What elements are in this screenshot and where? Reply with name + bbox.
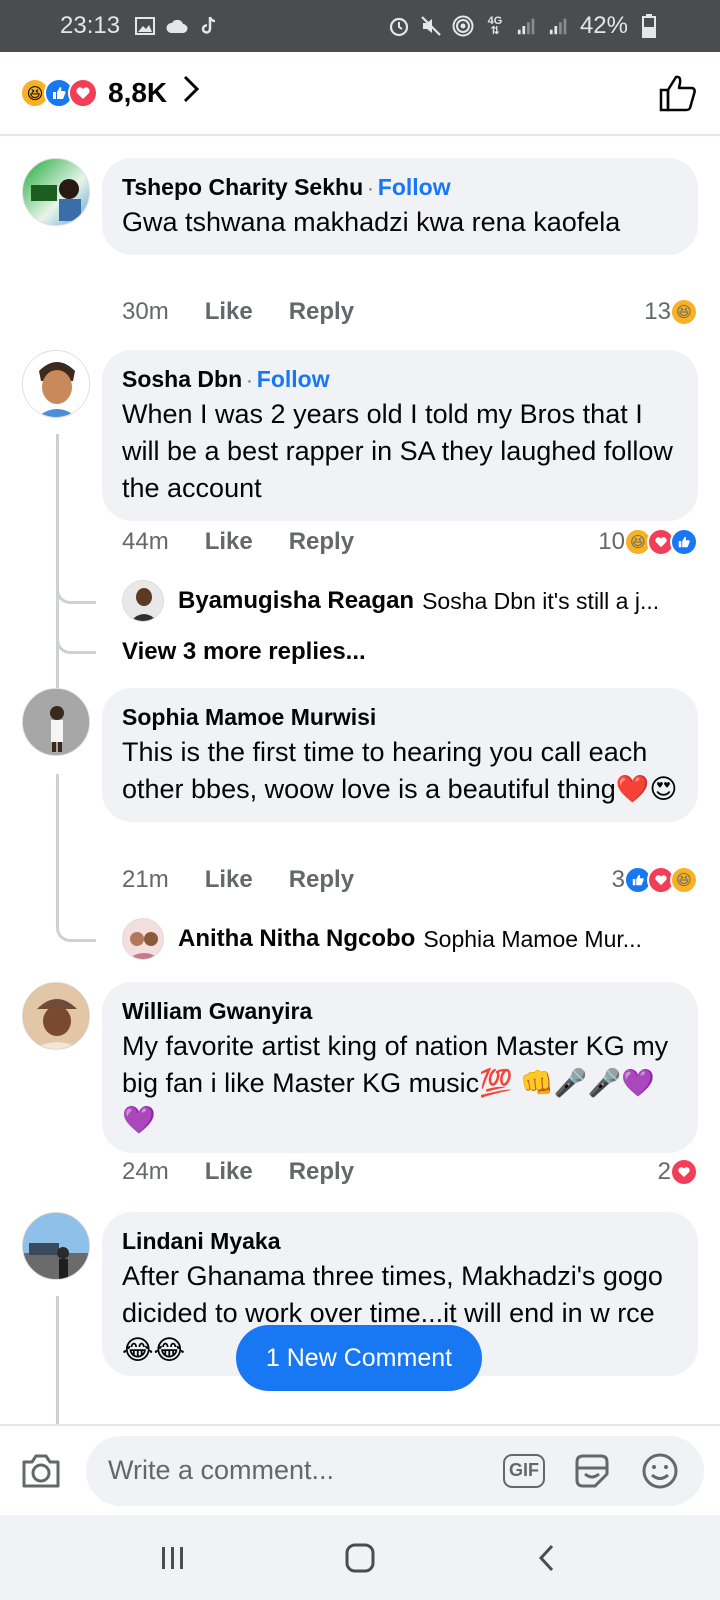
- like-button[interactable]: Like: [205, 866, 253, 894]
- like-post-icon[interactable]: [656, 71, 700, 115]
- new-comment-pill[interactable]: 1 New Comment: [236, 1325, 482, 1391]
- status-bar: 23:13 4G ⇅ 42%: [0, 0, 720, 52]
- reply-preview[interactable]: Byamugisha Reagan Sosha Dbn it's still a…: [122, 580, 682, 622]
- thread-hook: [56, 630, 96, 654]
- comment-actions: 21m Like Reply 3 😆: [122, 866, 698, 894]
- comment-bubble[interactable]: Tshepo Charity Sekhu · Follow Gwa tshwana …: [102, 158, 698, 255]
- camera-icon[interactable]: [16, 1446, 66, 1496]
- view-more-replies-link[interactable]: View 3 more replies...: [122, 638, 366, 666]
- reaction-icons: 😆: [20, 78, 98, 108]
- recent-apps-icon[interactable]: [143, 1528, 203, 1588]
- comment-author[interactable]: William Gwanyira: [122, 998, 312, 1024]
- comment-text: When I was 2 years old I told my Bros th…: [122, 399, 673, 503]
- reply-author[interactable]: Anitha Nitha Ngcobo: [178, 925, 415, 953]
- comment-bubble[interactable]: William Gwanyira My favorite artist king…: [102, 982, 698, 1153]
- avatar: [122, 918, 164, 960]
- emoji-icon[interactable]: [638, 1449, 682, 1493]
- comment-reactions[interactable]: 2: [658, 1158, 698, 1186]
- comment-time: 44m: [122, 528, 169, 555]
- system-nav-bar: [0, 1515, 720, 1600]
- like-icon: [670, 528, 698, 556]
- comment-reactions[interactable]: 13 😆: [644, 298, 698, 326]
- reaction-count[interactable]: 8,8K: [108, 77, 167, 109]
- tiktok-icon: [198, 15, 220, 37]
- comment-author[interactable]: Sophia Mamoe Murwisi: [122, 704, 376, 730]
- comment-placeholder[interactable]: Write a comment...: [108, 1455, 478, 1486]
- reply-author[interactable]: Byamugisha Reagan: [178, 587, 414, 615]
- hotspot-icon: [452, 15, 474, 37]
- avatar[interactable]: [22, 688, 90, 756]
- comment-text: Gwa tshwana makhadzi kwa rena kaofela: [122, 207, 621, 237]
- comment-bubble[interactable]: Sophia Mamoe Murwisi This is the first t…: [102, 688, 698, 822]
- comment-actions: 44m Like Reply 10 😆: [122, 528, 698, 556]
- thread-line: [56, 774, 59, 924]
- comment-time: 30m: [122, 298, 169, 325]
- reply-snippet: Sophia Mamoe Mur...: [423, 925, 642, 952]
- cloud-icon: [166, 15, 188, 37]
- avatar[interactable]: [22, 1212, 90, 1280]
- comment-text: This is the first time to hearing you ca…: [122, 737, 678, 804]
- like-button[interactable]: Like: [205, 298, 253, 326]
- reply-button[interactable]: Reply: [289, 1158, 354, 1186]
- thread-hook: [56, 918, 96, 942]
- comment-author[interactable]: Lindani Myaka: [122, 1228, 280, 1254]
- comment-list[interactable]: Tshepo Charity Sekhu · Follow Gwa tshwana …: [0, 136, 720, 1476]
- avatar[interactable]: [22, 350, 90, 418]
- avatar: [122, 580, 164, 622]
- sticker-icon[interactable]: [570, 1449, 614, 1493]
- status-time: 23:13: [60, 12, 121, 39]
- signal-icon: [516, 15, 538, 37]
- haha-icon: 😆: [670, 298, 698, 326]
- love-icon: [68, 78, 98, 108]
- avatar[interactable]: [22, 158, 90, 226]
- reply-button[interactable]: Reply: [289, 866, 354, 894]
- comment-time: 24m: [122, 1158, 169, 1185]
- home-icon[interactable]: [330, 1528, 390, 1588]
- comment-composer: Write a comment... GIF: [0, 1424, 720, 1515]
- like-button[interactable]: Like: [205, 1158, 253, 1186]
- comment-reactions[interactable]: 10 😆: [598, 528, 698, 556]
- follow-button[interactable]: Follow: [257, 366, 330, 392]
- comment-author[interactable]: Tshepo Charity Sekhu: [122, 174, 363, 200]
- thread-hook: [56, 580, 96, 604]
- comment-text: My favorite artist king of nation Master…: [122, 1031, 669, 1135]
- battery-icon: [638, 14, 660, 38]
- chevron-right-icon[interactable]: [181, 74, 201, 113]
- mute-icon: [420, 15, 442, 37]
- reply-button[interactable]: Reply: [289, 528, 354, 556]
- haha-icon: 😆: [670, 866, 698, 894]
- battery-percent: 42%: [579, 12, 628, 39]
- like-button[interactable]: Like: [205, 528, 253, 556]
- comment-author[interactable]: Sosha Dbn: [122, 366, 242, 392]
- comment-time: 21m: [122, 866, 169, 893]
- comment-input[interactable]: Write a comment... GIF: [86, 1435, 704, 1506]
- gif-button[interactable]: GIF: [502, 1449, 546, 1493]
- reply-snippet: Sosha Dbn it's still a j...: [422, 587, 660, 614]
- gallery-icon: [134, 15, 156, 37]
- follow-button[interactable]: Follow: [378, 174, 451, 200]
- reactions-header[interactable]: 😆 8,8K: [0, 52, 720, 136]
- comments-sheet: 😆 8,8K Tshepo Charity Sekhu · Follow Gwa…: [0, 52, 720, 1515]
- network-4g-icon: 4G ⇅: [487, 15, 503, 37]
- comment-bubble[interactable]: Sosha Dbn · Follow When I was 2 years old …: [102, 350, 698, 521]
- back-icon[interactable]: [517, 1528, 577, 1588]
- comment-actions: 30m Like Reply 13 😆: [122, 298, 698, 326]
- alarm-icon: [388, 15, 410, 37]
- avatar[interactable]: [22, 982, 90, 1050]
- comment-actions: 24m Like Reply 2: [122, 1158, 698, 1186]
- reply-preview[interactable]: Anitha Nitha Ngcobo Sophia Mamoe Mur...: [122, 918, 682, 960]
- love-icon: [670, 1158, 698, 1186]
- reply-button[interactable]: Reply: [289, 298, 354, 326]
- signal-2-icon: [548, 15, 570, 37]
- comment-reactions[interactable]: 3 😆: [612, 866, 698, 894]
